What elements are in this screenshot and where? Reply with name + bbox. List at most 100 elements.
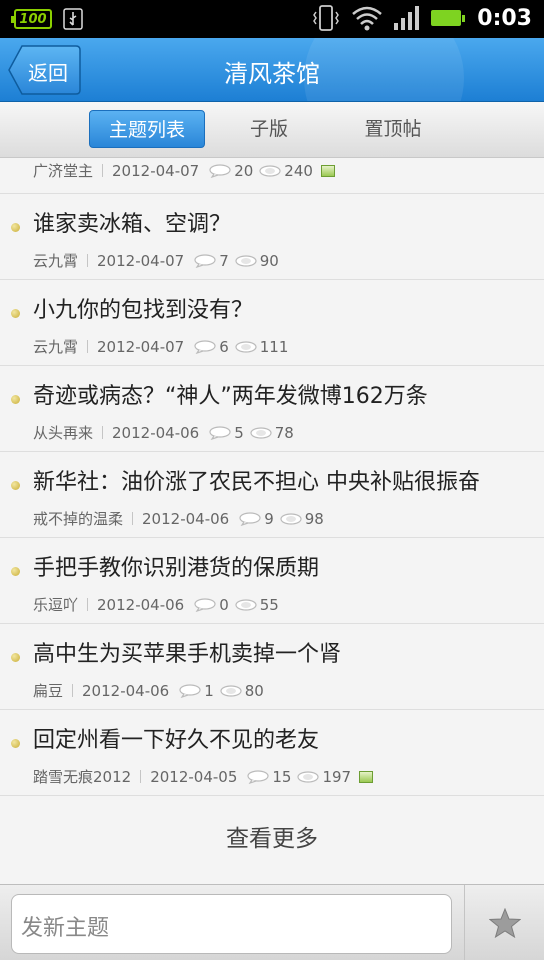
battery-percent-icon: 100 — [11, 9, 52, 29]
view-count: 240 — [259, 162, 313, 180]
eye-icon — [235, 254, 257, 267]
view-count: 80 — [220, 682, 264, 700]
eye-icon — [220, 684, 242, 697]
comment-icon — [194, 253, 216, 268]
new-topic-input[interactable]: 发新主题 — [11, 894, 452, 954]
tab-pinned[interactable]: 置顶帖 — [348, 110, 438, 148]
image-attachment-icon — [359, 770, 374, 783]
title-bar: 返回 清风茶馆 — [0, 38, 544, 102]
reply-count-value: 5 — [234, 423, 244, 442]
reply-count: 1 — [179, 682, 214, 700]
reply-count-value: 0 — [219, 595, 229, 614]
signal-icon — [394, 6, 420, 30]
view-count: 111 — [235, 337, 289, 356]
view-count-value: 240 — [284, 161, 313, 180]
item-meta: 云九霄 2012-04-07 6 111 — [33, 336, 294, 357]
item-author: 踏雪无痕2012 — [33, 768, 132, 786]
reply-count-value: 9 — [264, 509, 274, 528]
comment-icon — [247, 769, 269, 784]
item-meta: 扁豆 2012-04-06 1 80 — [33, 680, 270, 701]
comment-icon — [239, 511, 261, 526]
item-date: 2012-04-05 — [150, 767, 238, 786]
view-count-value: 78 — [274, 423, 294, 442]
view-count-value: 98 — [304, 509, 324, 528]
reply-count: 5 — [209, 424, 244, 442]
eye-icon — [250, 426, 272, 439]
divider — [72, 684, 74, 697]
item-meta: 踏雪无痕2012 2012-04-05 15 197 — [33, 766, 374, 787]
divider — [87, 340, 89, 353]
vibrate-icon — [313, 5, 340, 31]
view-count: 90 — [235, 252, 279, 270]
reply-count-value: 20 — [234, 161, 254, 180]
divider — [87, 254, 89, 267]
item-meta: 云九霄 2012-04-07 7 90 — [33, 250, 285, 271]
view-count-value: 197 — [322, 767, 352, 786]
wifi-icon — [352, 6, 383, 31]
item-meta: 广济堂主 2012-04-07 20 240 — [33, 160, 335, 181]
tab-bar: 主题列表 子版 置顶帖 — [0, 102, 544, 158]
tab-topic-list[interactable]: 主题列表 — [89, 110, 205, 148]
comment-icon — [194, 597, 216, 612]
reply-count: 0 — [194, 596, 229, 614]
bullet-dot — [11, 309, 20, 318]
item-date: 2012-04-06 — [82, 681, 170, 700]
divider — [132, 512, 134, 525]
item-date: 2012-04-06 — [142, 509, 230, 528]
view-count: 55 — [235, 596, 279, 614]
bullet-dot — [11, 739, 20, 748]
divider — [102, 426, 104, 439]
item-date: 2012-04-06 — [97, 595, 185, 614]
item-author: 戒不掉的温柔 — [33, 510, 124, 528]
reply-count: 15 — [247, 768, 291, 786]
reply-count: 7 — [194, 252, 229, 270]
view-count-value: 90 — [259, 251, 279, 270]
list-item[interactable]: 高中生为买苹果手机卖掉一个肾 扁豆 2012-04-06 1 80 — [0, 624, 544, 710]
battery-icon — [431, 10, 466, 26]
divider — [140, 770, 142, 783]
item-title: 谁家卖冰箱、空调？ — [33, 212, 232, 237]
comment-icon — [179, 683, 201, 698]
item-meta: 乐逗吖 2012-04-06 0 55 — [33, 594, 285, 615]
list-item[interactable]: 回定州看一下好久不见的老友踏雪无痕2012 2012-04-05 15 197 — [0, 710, 544, 796]
eye-icon — [297, 770, 320, 783]
item-meta: 从头再来 2012-04-06 5 78 — [33, 422, 300, 443]
tab-sub-boards[interactable]: 子版 — [234, 110, 304, 148]
image-attachment-icon — [320, 164, 335, 177]
view-count-value: 55 — [259, 595, 279, 614]
item-date: 2012-04-07 — [112, 161, 200, 180]
item-date: 2012-04-06 — [112, 423, 200, 442]
view-count: 197 — [297, 768, 351, 786]
status-bar: 100 0:03 — [0, 0, 544, 38]
status-right: 0:03 — [311, 5, 532, 31]
item-title: 奇迹或病态？“神人”两年发微博162万条 — [33, 384, 428, 409]
view-count-value: 111 — [259, 337, 289, 356]
list-item[interactable]: 小九你的包找到没有？ 云九霄 2012-04-07 6 111 — [0, 280, 544, 366]
battery-percent-label: 100 — [19, 11, 47, 27]
item-title: 高中生为买苹果手机卖掉一个肾 — [33, 642, 342, 667]
item-title: 回定州看一下好久不见的老友 — [33, 728, 320, 753]
divider — [87, 598, 89, 611]
list-item[interactable]: 奇迹或病态？“神人”两年发微博162万条从头再来 2012-04-06 5 78 — [0, 366, 544, 452]
eye-icon — [235, 340, 257, 353]
status-left: 100 — [11, 8, 84, 30]
eye-icon — [235, 598, 257, 611]
view-count: 78 — [250, 424, 294, 442]
reply-count-value: 1 — [204, 681, 214, 700]
load-more-button[interactable]: 查看更多 — [0, 794, 544, 884]
favorite-button[interactable] — [464, 885, 544, 960]
reply-count-value: 6 — [219, 337, 229, 356]
list-item-partial[interactable]: 广济堂主 2012-04-07 20 240 — [0, 158, 544, 194]
bullet-dot — [11, 223, 20, 232]
list-item[interactable]: 谁家卖冰箱、空调？ 云九霄 2012-04-07 7 90 — [0, 194, 544, 280]
usb-icon — [63, 8, 83, 30]
reply-count-value: 15 — [272, 767, 292, 786]
bullet-dot — [11, 653, 20, 662]
list-item[interactable]: 新华社：油价涨了农民不担心 中央补贴很振奋 戒不掉的温柔 2012-04-06 9 98 — [0, 452, 544, 538]
bottom-bar: 发新主题 — [0, 884, 544, 960]
item-author: 云九霄 — [33, 252, 79, 270]
list-item[interactable]: 手把手教你识别港货的保质期 乐逗吖 2012-04-06 0 55 — [0, 538, 544, 624]
item-author: 从头再来 — [33, 424, 94, 442]
reply-count: 6 — [194, 338, 229, 356]
item-date: 2012-04-07 — [97, 337, 185, 356]
